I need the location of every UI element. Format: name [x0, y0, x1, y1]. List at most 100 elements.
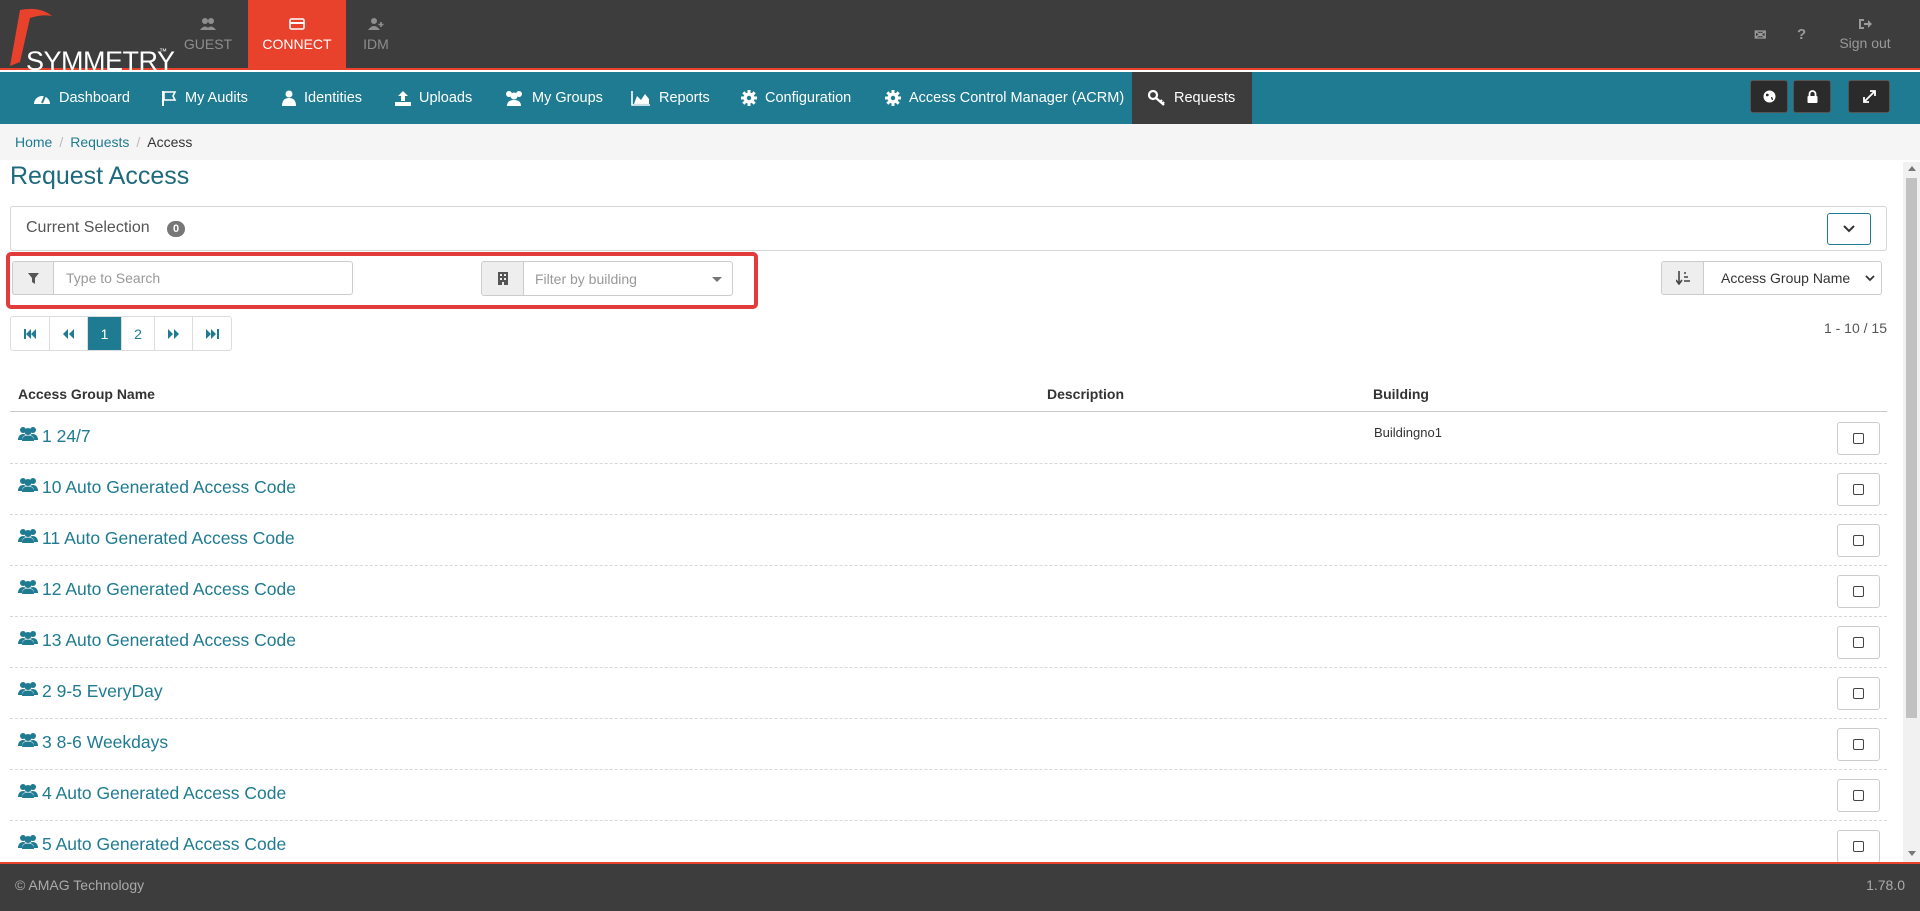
fullscreen-button[interactable] [1848, 80, 1890, 113]
mail-icon[interactable]: ✉ [1754, 26, 1767, 44]
upload-icon [395, 91, 411, 106]
previous-page-button[interactable] [50, 317, 88, 350]
users-icon [506, 91, 522, 106]
access-group-link[interactable]: 4 Auto Generated Access Code [42, 783, 286, 804]
users-icon [18, 580, 38, 594]
users-icon [18, 733, 38, 747]
nav-item-uploads[interactable]: Uploads [395, 72, 472, 124]
building-cell: Buildingno1 [1374, 425, 1442, 440]
nav-item-requests[interactable]: Requests [1132, 72, 1252, 124]
nav-item-configuration[interactable]: Configuration [741, 72, 851, 124]
next-page-button[interactable] [155, 317, 193, 350]
table-row[interactable]: 1 24/7 Buildingno1 [10, 413, 1887, 464]
select-row-checkbox[interactable] [1837, 626, 1880, 659]
nav-item-identities[interactable]: Identities [282, 72, 362, 124]
table-row[interactable]: 3 8-6 Weekdays [10, 719, 1887, 770]
last-page-button[interactable] [193, 317, 231, 350]
main-nav: Dashboard My Audits Identities Uploads M… [0, 72, 1920, 124]
breadcrumb-current: Access [147, 134, 193, 150]
breadcrumb-home[interactable]: Home [15, 134, 52, 150]
nav-label: Reports [659, 90, 710, 106]
page-2-button[interactable]: 2 [122, 317, 155, 350]
chevron-down-icon [1843, 225, 1855, 233]
module-tab-label: GUEST [183, 36, 233, 52]
table-row[interactable]: 13 Auto Generated Access Code [10, 617, 1887, 668]
select-row-checkbox[interactable] [1837, 473, 1880, 506]
selection-count-badge: 0 [167, 221, 186, 237]
nav-item-reports[interactable]: Reports [631, 72, 710, 124]
select-row-checkbox[interactable] [1837, 524, 1880, 557]
breadcrumb-separator: / [59, 134, 64, 150]
select-row-checkbox[interactable] [1837, 422, 1880, 455]
nav-item-dashboard[interactable]: Dashboard [33, 72, 130, 124]
table-row[interactable]: 10 Auto Generated Access Code [10, 464, 1887, 515]
users-icon [18, 784, 38, 798]
table-row[interactable]: 12 Auto Generated Access Code [10, 566, 1887, 617]
module-tab-guest[interactable]: GUEST [159, 0, 257, 70]
building-select[interactable]: Filter by building [523, 261, 733, 296]
search-input[interactable] [53, 261, 353, 295]
building-filter-button[interactable] [481, 261, 524, 296]
backward-icon [63, 328, 74, 339]
module-tab-idm[interactable]: IDM [327, 0, 425, 70]
select-row-checkbox[interactable] [1837, 677, 1880, 710]
breadcrumb: Home / Requests / Access [0, 124, 1920, 160]
nav-item-my-groups[interactable]: My Groups [504, 72, 603, 124]
sort-direction-button[interactable] [1661, 261, 1704, 295]
select-row-checkbox[interactable] [1837, 779, 1880, 812]
forward-icon [168, 328, 179, 339]
users-icon [18, 478, 38, 492]
breadcrumb-requests[interactable]: Requests [70, 134, 129, 150]
vertical-scrollbar[interactable] [1903, 162, 1920, 862]
area-chart-icon [631, 91, 650, 106]
table-row[interactable]: 2 9-5 EveryDay [10, 668, 1887, 719]
key-icon [1148, 90, 1165, 106]
symmetry-logo[interactable]: SYMMETRY ™ [6, 6, 175, 76]
pagination-range: 1 - 10 / 15 [1823, 320, 1887, 336]
language-button[interactable] [1750, 80, 1788, 113]
access-group-link[interactable]: 3 8-6 Weekdays [42, 732, 168, 753]
expand-icon [1862, 90, 1876, 103]
page-title: Request Access [10, 162, 190, 190]
access-group-link[interactable]: 13 Auto Generated Access Code [42, 630, 296, 651]
sign-out-button[interactable]: Sign out [1830, 18, 1900, 51]
access-group-link[interactable]: 2 9-5 EveryDay [42, 681, 163, 702]
access-group-link[interactable]: 5 Auto Generated Access Code [42, 834, 286, 855]
first-page-button[interactable] [11, 317, 50, 350]
expand-selection-button[interactable] [1827, 213, 1871, 245]
column-header-building[interactable]: Building [1373, 386, 1429, 402]
sort-field-select[interactable]: Access Group Name [1703, 261, 1882, 295]
select-row-checkbox[interactable] [1837, 830, 1880, 863]
nav-item-acrm[interactable]: Access Control Manager (ACRM) [885, 72, 1124, 124]
globe-icon [1763, 90, 1775, 103]
table-row[interactable]: 4 Auto Generated Access Code [10, 770, 1887, 821]
users-icon [200, 18, 216, 30]
access-group-link[interactable]: 10 Auto Generated Access Code [42, 477, 296, 498]
gear-icon [885, 90, 901, 106]
scrollbar-thumb[interactable] [1906, 178, 1917, 718]
page-1-button[interactable]: 1 [88, 317, 122, 350]
column-header-description[interactable]: Description [1047, 386, 1124, 402]
access-group-link[interactable]: 11 Auto Generated Access Code [42, 528, 295, 549]
access-group-link[interactable]: 1 24/7 [42, 426, 91, 447]
checkbox-square-icon [1853, 484, 1864, 495]
table-row[interactable]: 11 Auto Generated Access Code [10, 515, 1887, 566]
access-group-link[interactable]: 12 Auto Generated Access Code [42, 579, 296, 600]
column-header-name[interactable]: Access Group Name [18, 386, 155, 402]
select-row-checkbox[interactable] [1837, 575, 1880, 608]
gear-icon [741, 90, 757, 106]
lock-button[interactable] [1793, 80, 1831, 113]
dashboard-icon [34, 95, 50, 104]
filter-button[interactable] [12, 261, 54, 295]
user-icon [282, 90, 296, 106]
users-icon [18, 529, 38, 543]
select-row-checkbox[interactable] [1837, 728, 1880, 761]
checkbox-square-icon [1853, 841, 1864, 852]
current-selection-label: Current Selection [26, 219, 150, 236]
last-page-icon [205, 328, 219, 339]
nav-item-my-audits[interactable]: My Audits [161, 72, 248, 124]
module-tab-label: CONNECT [262, 36, 332, 52]
scroll-up-arrow-icon[interactable] [1908, 166, 1916, 171]
help-icon[interactable]: ? [1797, 26, 1806, 43]
scroll-down-arrow-icon[interactable] [1908, 851, 1916, 856]
